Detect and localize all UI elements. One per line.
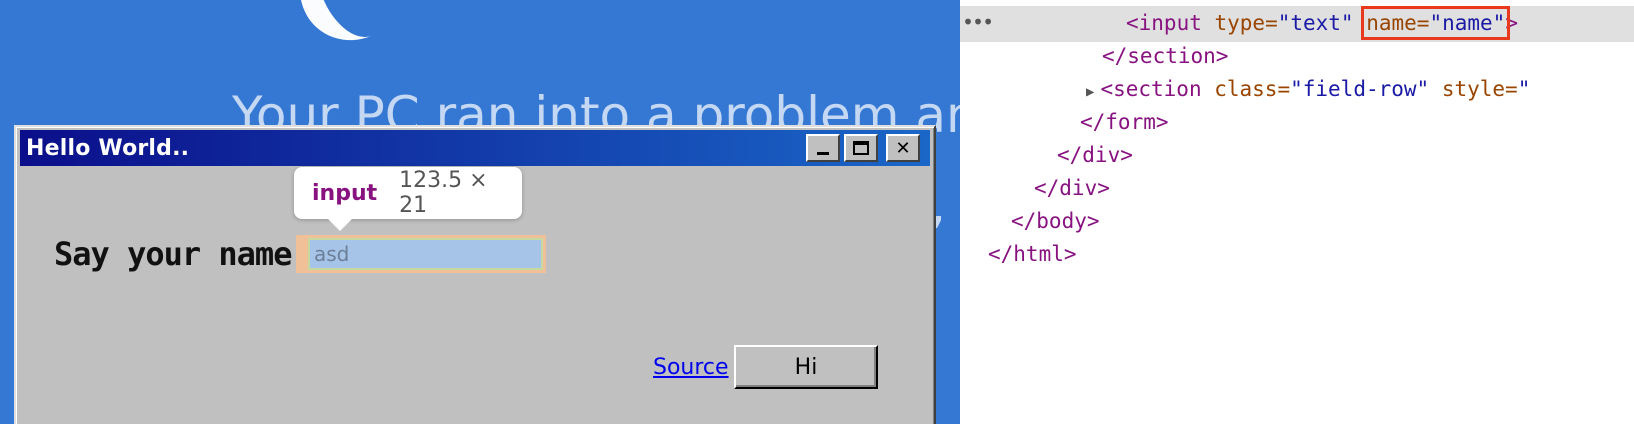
bsod-background: Your PC ran into a problem and r , ar He… <box>0 0 1000 424</box>
tag-html-close: </html> <box>988 242 1077 266</box>
source-link[interactable]: Source <box>653 355 729 380</box>
more-options-icon[interactable]: ••• <box>962 10 994 34</box>
window-controls: ✕ <box>806 134 920 162</box>
expand-triangle-icon[interactable]: ▶ <box>1086 84 1094 100</box>
window-title: Hello World.. <box>26 135 190 161</box>
tag-input: <input <box>1126 11 1202 35</box>
maximize-icon <box>853 141 869 155</box>
tag-form-close: </form> <box>1080 110 1169 134</box>
tag-section: <section <box>1100 77 1202 101</box>
window-titlebar[interactable]: Hello World.. ✕ <box>20 130 930 166</box>
hello-world-window: Hello World.. ✕ input 123.5 × 21 Say you… <box>14 125 936 424</box>
dom-node-input[interactable]: <input type="text" name="name"> <box>1126 6 1518 40</box>
dom-node-html-close[interactable]: </html> <box>988 240 1077 268</box>
dom-node-section-close[interactable]: </section> <box>1102 42 1228 70</box>
attr-type-value: "text" <box>1277 11 1354 35</box>
input-highlight-overlay <box>296 235 546 273</box>
dom-node-div-close-2[interactable]: </div> <box>1034 174 1110 202</box>
highlighted-attr-box: name="name" <box>1361 6 1511 40</box>
attr-class: class= <box>1201 77 1291 101</box>
name-label: Say your name! <box>54 235 311 273</box>
dom-node-div-close-1[interactable]: </div> <box>1057 141 1133 169</box>
element-inspector-tooltip: input 123.5 × 21 <box>294 167 522 231</box>
name-input[interactable] <box>308 238 543 270</box>
attr-name: name= <box>1366 11 1430 35</box>
tag-section-close: </section> <box>1102 44 1229 68</box>
minimize-button[interactable] <box>806 134 840 162</box>
attr-class-value: "field-row" <box>1290 77 1430 101</box>
tag-div-close: </div> <box>1034 176 1110 200</box>
tag-close: > <box>1505 11 1518 35</box>
devtools-elements-panel: ••• <input type="text" name="name"> </se… <box>960 0 1634 424</box>
minimize-icon <box>817 151 829 155</box>
close-button[interactable]: ✕ <box>886 134 920 162</box>
close-icon: ✕ <box>895 137 911 159</box>
hi-button[interactable]: Hi <box>734 345 878 389</box>
dom-node-form-close[interactable]: </form> <box>1080 108 1169 136</box>
attr-type: type= <box>1201 11 1278 35</box>
tooltip-dimensions: 123.5 × 21 <box>399 168 488 218</box>
attr-style: style= <box>1429 77 1518 101</box>
maximize-button[interactable] <box>844 134 878 162</box>
dom-node-section-field-row[interactable]: ▶ <section class="field-row" style=" <box>1086 75 1530 106</box>
tooltip-tag-name: input <box>312 180 378 206</box>
attr-name-value: "name" <box>1429 11 1506 35</box>
attr-style-value: " <box>1517 77 1531 101</box>
tag-div-close: </div> <box>1057 143 1133 167</box>
sad-face-arc <box>283 0 419 57</box>
dom-node-body-close[interactable]: </body> <box>1011 207 1100 235</box>
tag-body-close: </body> <box>1011 209 1100 233</box>
